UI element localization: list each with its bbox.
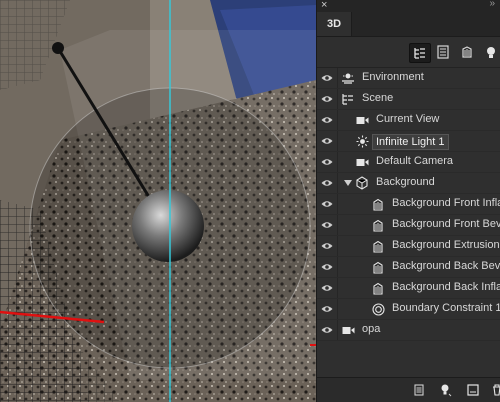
filter-toolbar: [317, 37, 500, 68]
layer-label: Infinite Light 1: [372, 134, 449, 150]
layer-row-infinite-light-1[interactable]: Infinite Light 1: [317, 131, 500, 152]
visibility-eye-icon[interactable]: [317, 68, 338, 88]
layer-row-current-view[interactable]: Current View: [317, 110, 500, 131]
scene-icon: [341, 92, 355, 106]
panel-title-bar: × »: [317, 0, 500, 12]
mesh-icon: [355, 176, 369, 190]
whole-scene-filter-icon[interactable]: [409, 43, 431, 63]
layer-row-background-front-infla[interactable]: Background Front Infla: [317, 194, 500, 215]
layer-label: Environment: [362, 71, 424, 83]
tab-3d[interactable]: 3D: [317, 12, 352, 36]
light-icon: [355, 134, 369, 148]
meshes-filter-icon[interactable]: [433, 43, 453, 61]
material-icon: [371, 197, 385, 211]
constraint-icon: [371, 302, 385, 316]
layer-label: Boundary Constraint 1: [392, 302, 500, 314]
layer-label: Background Back Beve: [392, 260, 500, 272]
visibility-eye-icon[interactable]: [317, 320, 338, 340]
layer-row-background-back-infla[interactable]: Background Back Infla: [317, 278, 500, 299]
delete-icon[interactable]: [489, 382, 500, 398]
layer-label: Current View: [376, 113, 440, 125]
layer-label: Default Camera: [376, 155, 454, 167]
material-icon: [371, 281, 385, 295]
collapse-panel-button[interactable]: »: [489, 0, 495, 9]
layer-row-background[interactable]: Background: [317, 173, 500, 194]
panel-bottom-bar: [317, 377, 500, 402]
layer-label: Background Extrusion: [392, 239, 500, 251]
visibility-eye-icon[interactable]: [317, 110, 338, 130]
visibility-eye-icon[interactable]: [317, 152, 338, 172]
layer-row-background-front-beve[interactable]: Background Front Beve: [317, 215, 500, 236]
visibility-eye-icon[interactable]: [317, 299, 338, 319]
viewport-canvas[interactable]: [0, 0, 316, 402]
layer-list: Environment Scene Current View Infinite Lig…: [317, 68, 500, 341]
close-panel-button[interactable]: ×: [321, 0, 327, 11]
visibility-eye-icon[interactable]: [317, 131, 338, 151]
environment-icon: [341, 71, 355, 85]
disclosure-triangle-icon[interactable]: [344, 180, 352, 186]
material-icon: [371, 260, 385, 274]
materials-filter-icon[interactable]: [457, 43, 477, 61]
visibility-eye-icon[interactable]: [317, 278, 338, 298]
layer-row-opa[interactable]: opa: [317, 320, 500, 341]
3d-viewport[interactable]: [0, 0, 316, 402]
visibility-eye-icon[interactable]: [317, 236, 338, 256]
3d-panel: × » 3D Environment Scene Current View Infin…: [316, 0, 500, 402]
lights-filter-icon[interactable]: [481, 43, 500, 61]
camera-icon: [355, 113, 369, 127]
visibility-eye-icon[interactable]: [317, 89, 338, 109]
new-object-icon[interactable]: [465, 382, 481, 398]
layer-label: Background: [376, 176, 435, 188]
render-mesh-icon[interactable]: [411, 382, 427, 398]
add-light-icon[interactable]: [438, 382, 454, 398]
material-icon: [371, 218, 385, 232]
layer-label: opa: [362, 323, 381, 335]
material-icon: [371, 239, 385, 253]
layer-row-scene[interactable]: Scene: [317, 89, 500, 110]
layer-label: Background Front Infla: [392, 197, 500, 209]
layer-row-background-extrusion[interactable]: Background Extrusion: [317, 236, 500, 257]
camera-icon: [341, 323, 355, 337]
visibility-eye-icon[interactable]: [317, 173, 338, 193]
panel-tab-row: 3D: [317, 12, 500, 37]
layer-label: Background Front Beve: [392, 218, 500, 230]
layer-label: Scene: [362, 92, 394, 104]
camera-icon: [355, 155, 369, 169]
layer-label: Background Back Infla: [392, 281, 500, 293]
visibility-eye-icon[interactable]: [317, 194, 338, 214]
layer-row-environment[interactable]: Environment: [317, 68, 500, 89]
layer-row-boundary-constraint-1[interactable]: Boundary Constraint 1: [317, 299, 500, 320]
layer-row-background-back-beve[interactable]: Background Back Beve: [317, 257, 500, 278]
visibility-eye-icon[interactable]: [317, 257, 338, 277]
visibility-eye-icon[interactable]: [317, 215, 338, 235]
layer-row-default-camera[interactable]: Default Camera: [317, 152, 500, 173]
